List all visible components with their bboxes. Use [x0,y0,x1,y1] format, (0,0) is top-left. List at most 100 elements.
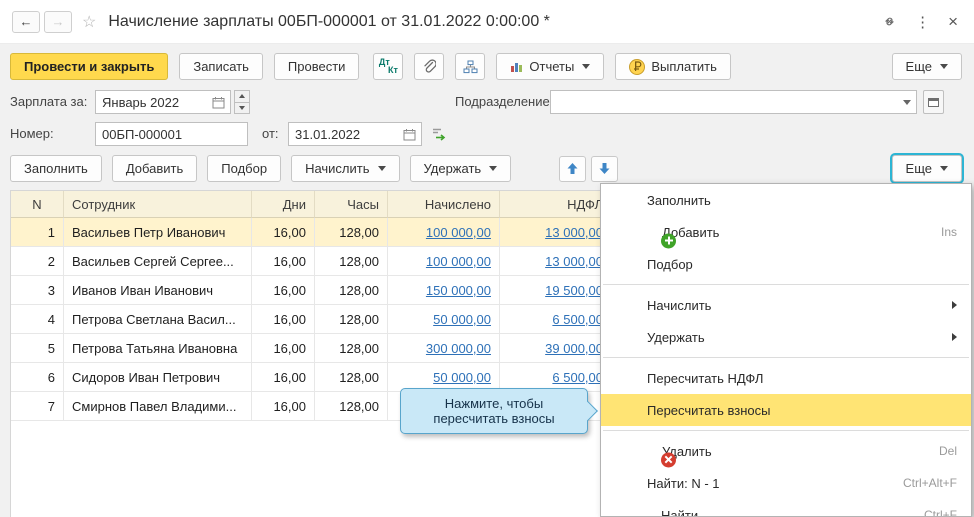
col-header-hours[interactable]: Часы [315,191,388,218]
spin-down-button[interactable] [235,101,249,114]
ndfl-link[interactable]: 19 500,00 [545,283,603,298]
shortcut-label: Ctrl+Alt+F [902,476,957,490]
cell-rownum: 7 [11,392,64,421]
department-open-button[interactable] [923,90,944,114]
ndfl-link[interactable]: 39 000,00 [545,341,603,356]
department-value[interactable] [551,91,898,113]
ndfl-link[interactable]: 13 000,00 [545,225,603,240]
back-icon: ← [19,14,33,29]
get-link-button[interactable] [882,14,897,29]
col-header-n[interactable]: N [11,191,64,218]
move-down-button[interactable] [591,155,619,182]
pay-button[interactable]: Выплатить [615,53,731,80]
menu-item-add[interactable]: Добавить Ins [601,216,971,248]
hierarchy-icon [463,60,478,73]
menu-item-label: Заполнить [647,192,711,208]
toolbar-more-button[interactable]: Еще [891,53,962,80]
salary-month-input[interactable] [95,90,231,114]
calendar-icon[interactable] [212,96,230,109]
calendar-icon[interactable] [403,128,421,141]
forward-button[interactable]: → [44,10,72,33]
cell-employee: Сидоров Иван Петрович [64,363,252,392]
ndfl-link[interactable]: 13 000,00 [545,254,603,269]
add-label: Добавить [125,161,184,176]
write-label: Записать [193,59,249,74]
accrued-link[interactable]: 150 000,00 [426,283,491,298]
toolbar-more-label: Еще [905,59,932,74]
cell-accrued: 100 000,00 [388,247,500,276]
ruble-coin-icon [629,58,646,75]
accrued-link[interactable]: 50 000,00 [433,370,491,385]
post-button[interactable]: Провести [273,53,360,80]
accrue-button[interactable]: Начислить [291,155,400,182]
menu-item-fill[interactable]: Заполнить [601,184,971,216]
shortcut-label: Ctrl+F [924,508,957,517]
dtkt-icon: Дт Кт [379,58,398,75]
cell-rownum: 4 [11,305,64,334]
dtkt-button[interactable]: Дт Кт [373,53,404,80]
menu-item-find-current[interactable]: Найти: N - 1 Ctrl+Alt+F [601,467,971,499]
menu-item-delete[interactable]: Удалить Del [601,435,971,467]
accrued-link[interactable]: 100 000,00 [426,225,491,240]
payroll-document-window: ← → ☆ Начисление зарплаты 00БП-000001 от… [0,0,974,517]
move-up-button[interactable] [559,155,587,182]
document-number-value[interactable] [96,123,247,145]
document-date-value[interactable] [289,123,403,145]
fill-label: Заполнить [24,161,88,176]
fill-button[interactable]: Заполнить [10,155,102,182]
move-row-group [559,155,619,182]
structure-button[interactable] [455,53,486,80]
document-number-input[interactable] [95,122,248,146]
col-header-days[interactable]: Дни [252,191,315,218]
spin-up-button[interactable] [235,91,249,102]
cell-employee: Петрова Светлана Васил... [64,305,252,334]
department-combo[interactable] [550,90,917,114]
cell-accrued: 150 000,00 [388,276,500,305]
add-button[interactable]: Добавить [111,155,198,182]
cell-hours: 128,00 [315,334,388,363]
close-button[interactable]: × [948,12,958,32]
menu-item-recalc-ndfl[interactable]: Пересчитать НДФЛ [601,362,971,394]
col-header-employee[interactable]: Сотрудник [64,191,252,218]
col-header-accrued[interactable]: Начислено [388,191,500,218]
menu-item-find[interactable]: Найти... Ctrl+F [601,499,971,517]
table-more-button[interactable]: Еще [891,155,962,182]
write-button[interactable]: Записать [179,53,263,80]
ndfl-link[interactable]: 6 500,00 [552,312,603,327]
post-and-close-button[interactable]: Провести и закрыть [10,53,169,80]
cell-employee: Васильев Петр Иванович [64,218,252,247]
menu-item-recalc-contributions[interactable]: Пересчитать взносы [601,394,971,426]
favorite-star-icon[interactable]: ☆ [82,12,96,32]
salary-month-value[interactable] [96,91,212,113]
ndfl-link[interactable]: 6 500,00 [552,370,603,385]
reports-label: Отчеты [529,59,575,74]
menu-item-pick[interactable]: Подбор [601,248,971,280]
goto-icon[interactable] [432,127,447,141]
menu-item-accrue[interactable]: Начислить [601,289,971,321]
reports-button[interactable]: Отчеты [496,53,605,80]
pick-button[interactable]: Подбор [207,155,282,182]
menu-item-label: Пересчитать взносы [647,402,771,418]
withhold-button[interactable]: Удержать [409,155,512,182]
shortcut-label: Ins [940,225,957,239]
accrued-link[interactable]: 50 000,00 [433,312,491,327]
link-icon [885,17,894,26]
cell-days: 16,00 [252,392,315,421]
cell-rownum: 1 [11,218,64,247]
window-menu-button[interactable]: ⋮ [915,13,930,31]
document-date-input[interactable] [288,122,422,146]
accrued-link[interactable]: 100 000,00 [426,254,491,269]
attachments-button[interactable] [414,53,445,80]
back-button[interactable]: ← [12,10,40,33]
kt-letter: Кт [388,65,398,75]
salary-period-row: Зарплата за: Подразделение: [0,89,974,115]
combo-dropdown-button[interactable] [898,91,916,113]
forward-icon: → [51,14,65,29]
col-header-ndfl[interactable]: НДФЛ [500,191,612,218]
cell-accrued: 100 000,00 [388,218,500,247]
cell-days: 16,00 [252,218,315,247]
accrued-link[interactable]: 300 000,00 [426,341,491,356]
caret-down-icon [940,64,948,69]
menu-item-withhold[interactable]: Удержать [601,321,971,353]
menu-item-label: Пересчитать НДФЛ [647,370,764,386]
